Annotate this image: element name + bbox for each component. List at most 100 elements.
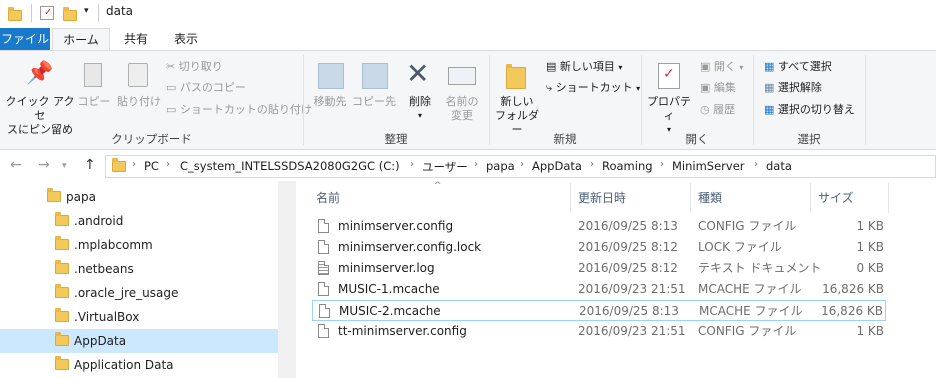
copy-path-icon: ▭ (166, 81, 177, 94)
sort-ascending-icon: ^ (434, 181, 442, 191)
nav-pane-scrollbar[interactable] (278, 181, 296, 378)
paste-icon (128, 63, 148, 87)
edit-button[interactable]: ▣ 編集 (700, 80, 736, 96)
nav-item-netbeans[interactable]: .netbeans (0, 257, 278, 281)
file-type: CONFIG ファイル (698, 219, 797, 233)
new-folder-icon (506, 64, 526, 89)
file-size: 16,826 KB (822, 282, 884, 296)
copy-path-button[interactable]: ▭ パスのコピー (166, 80, 246, 96)
forward-arrow-icon[interactable]: → (38, 157, 50, 173)
shortcut-button[interactable]: ⤷ ショートカット ▾ (546, 80, 640, 97)
file-row[interactable]: minimserver.config 2016/09/25 8:13 CONFI… (312, 216, 886, 237)
nav-item-label: .mplabcomm (74, 238, 153, 252)
nav-item-oracle-jre-usage[interactable]: .oracle_jre_usage (0, 281, 278, 305)
open-button[interactable]: ▣ 開く ▾ (700, 59, 743, 76)
breadcrumb-papa[interactable]: papa (486, 159, 515, 173)
file-type: CONFIG ファイル (698, 324, 797, 338)
move-to-button[interactable]: 移動先 (306, 95, 354, 109)
column-divider (810, 183, 811, 213)
history-button[interactable]: ◷ 履歴 (700, 102, 735, 118)
nav-item-papa[interactable]: papa (0, 185, 278, 209)
file-row[interactable]: MUSIC-1.mcache 2016/09/23 21:51 MCACHE フ… (312, 279, 886, 300)
file-row[interactable]: minimserver.config.lock 2016/09/25 8:12 … (312, 237, 886, 258)
lock-file-icon (318, 240, 329, 254)
file-row[interactable]: minimserver.log 2016/09/25 8:12 テキスト ドキュ… (312, 258, 886, 279)
quick-access-dropdown-icon[interactable]: ▾ (84, 6, 89, 16)
nav-item-label: .android (74, 214, 124, 228)
nav-item-application-data[interactable]: Application Data (0, 353, 278, 377)
window-title: data (106, 4, 134, 18)
breadcrumb-drive[interactable]: C_system_INTELSSDSA2080G2GC (C:) (180, 159, 400, 173)
folder-icon (55, 284, 69, 298)
select-none-button[interactable]: ▦ 選択解除 (764, 80, 822, 96)
chevron-down-icon: ▾ (618, 63, 623, 72)
folder-icon (55, 332, 69, 346)
breadcrumb-data[interactable]: data (766, 159, 792, 173)
file-date: 2016/09/25 8:13 (579, 304, 679, 318)
tab-view[interactable]: 表示 (164, 28, 208, 50)
column-header-type[interactable]: 種類 (698, 189, 722, 206)
nav-item-appdata[interactable]: AppData (0, 329, 278, 353)
recent-locations-icon[interactable]: ▾ (62, 161, 67, 171)
breadcrumb-roaming[interactable]: Roaming (602, 159, 653, 173)
mcache-file-icon (319, 304, 330, 318)
select-none-icon: ▦ (764, 81, 775, 94)
file-date: 2016/09/25 8:13 (578, 219, 678, 233)
file-size: 16,826 KB (821, 304, 883, 318)
rename-button[interactable]: 名前の 変更 (440, 95, 484, 123)
file-row[interactable]: tt-minimserver.config 2016/09/23 21:51 C… (312, 321, 886, 342)
nav-item-label: .oracle_jre_usage (74, 286, 179, 300)
file-size: 1 KB (856, 219, 884, 233)
file-size: 1 KB (856, 324, 884, 338)
file-date: 2016/09/25 8:12 (578, 240, 678, 254)
chevron-right-icon: › (166, 159, 170, 170)
ribbon-tabs: ファイル ホーム 共有 表示 (0, 28, 936, 50)
invert-selection-button[interactable]: ▦ 選択の切り替え (764, 102, 855, 118)
tab-file[interactable]: ファイル (0, 28, 50, 50)
nav-item-android[interactable]: .android (0, 209, 278, 233)
column-header-date[interactable]: 更新日時 (578, 189, 626, 206)
paste-button[interactable]: 貼り付け (116, 95, 162, 109)
copy-to-button[interactable]: コピー先 (350, 95, 398, 109)
new-item-button[interactable]: ▤ 新しい項目 ▾ (546, 59, 622, 76)
properties-quick-icon[interactable]: ✓ (40, 6, 54, 20)
nav-item-mplabcomm[interactable]: .mplabcomm (0, 233, 278, 257)
chevron-right-icon: › (474, 159, 478, 170)
title-bar: ✓ ▾ data (0, 0, 936, 28)
copy-button[interactable]: コピー (76, 95, 112, 109)
file-name: minimserver.config (338, 219, 454, 233)
invert-selection-label: 選択の切り替え (777, 103, 855, 116)
file-row[interactable]: MUSIC-2.mcache 2016/09/25 8:13 MCACHE ファ… (312, 300, 886, 321)
copy-path-label: パスのコピー (179, 81, 246, 94)
folder-icon (55, 236, 69, 250)
cut-button[interactable]: ✂ 切り取り (166, 59, 223, 75)
paste-shortcut-label: ショートカットの貼り付け (179, 103, 312, 116)
nav-item-label: .VirtualBox (74, 310, 140, 324)
up-arrow-icon[interactable]: ↑ (84, 157, 96, 173)
folder-icon (8, 7, 22, 21)
file-name: minimserver.log (338, 261, 435, 275)
breadcrumb-minimserver[interactable]: MinimServer (672, 159, 745, 173)
tab-home[interactable]: ホーム (52, 28, 110, 50)
new-folder-quick-icon[interactable] (63, 7, 77, 21)
breadcrumb-users[interactable]: ユーザー (422, 159, 468, 175)
file-date: 2016/09/25 8:12 (578, 261, 678, 275)
back-arrow-icon[interactable]: ← (10, 157, 22, 173)
file-name: minimserver.config.lock (338, 240, 482, 254)
delete-button[interactable]: 削除 ▾ (400, 95, 440, 123)
file-name: MUSIC-1.mcache (338, 282, 440, 296)
chevron-right-icon: › (410, 159, 414, 170)
nav-item-virtualbox[interactable]: .VirtualBox (0, 305, 278, 329)
chevron-down-icon: ▾ (636, 84, 641, 93)
column-header-name[interactable]: 名前 (316, 189, 340, 206)
tab-share[interactable]: 共有 (114, 28, 158, 50)
delete-icon: ✕ (406, 57, 430, 90)
column-header-size[interactable]: サイズ (818, 189, 854, 206)
breadcrumb-appdata[interactable]: AppData (532, 159, 582, 173)
new-item-label: 新しい項目 (559, 60, 615, 73)
breadcrumb-pc[interactable]: PC (144, 159, 159, 173)
address-bar[interactable]: › PC › C_system_INTELSSDSA2080G2GC (C:) … (105, 155, 936, 178)
select-all-button[interactable]: ▦ すべて選択 (764, 59, 832, 75)
file-size: 0 KB (856, 261, 884, 275)
paste-shortcut-button[interactable]: ▭ ショートカットの貼り付け (166, 102, 312, 118)
